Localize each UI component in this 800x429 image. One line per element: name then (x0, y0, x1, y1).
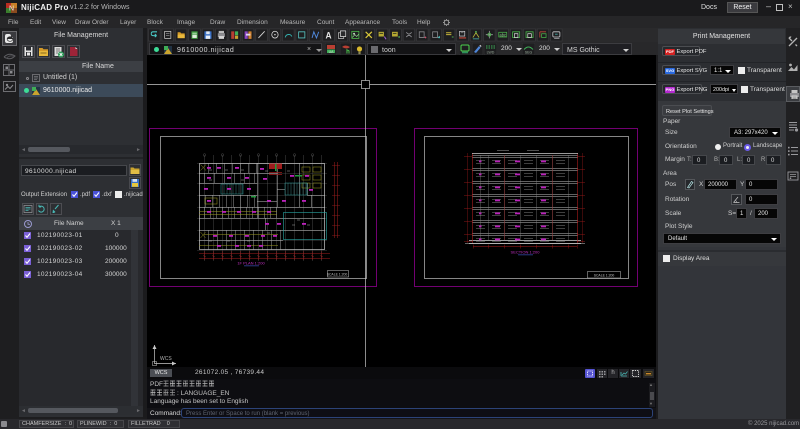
svg-text:N: N (9, 6, 14, 13)
svg-text:WCS: WCS (160, 356, 172, 362)
svg-text:SCALE 1:200: SCALE 1:200 (327, 273, 348, 277)
svg-text:1F PLAN 1:200: 1F PLAN 1:200 (237, 261, 265, 266)
svg-text:LWD: LWD (487, 51, 495, 55)
svg-text:A: A (326, 30, 333, 40)
svg-text:SCALE 1:200: SCALE 1:200 (594, 273, 615, 277)
svg-text:SEG: SEG (525, 51, 533, 55)
svg-text:abc: abc (500, 32, 506, 37)
svg-text:SECTION 1:200: SECTION 1:200 (511, 250, 541, 255)
svg-text:UA: UA (329, 50, 335, 54)
